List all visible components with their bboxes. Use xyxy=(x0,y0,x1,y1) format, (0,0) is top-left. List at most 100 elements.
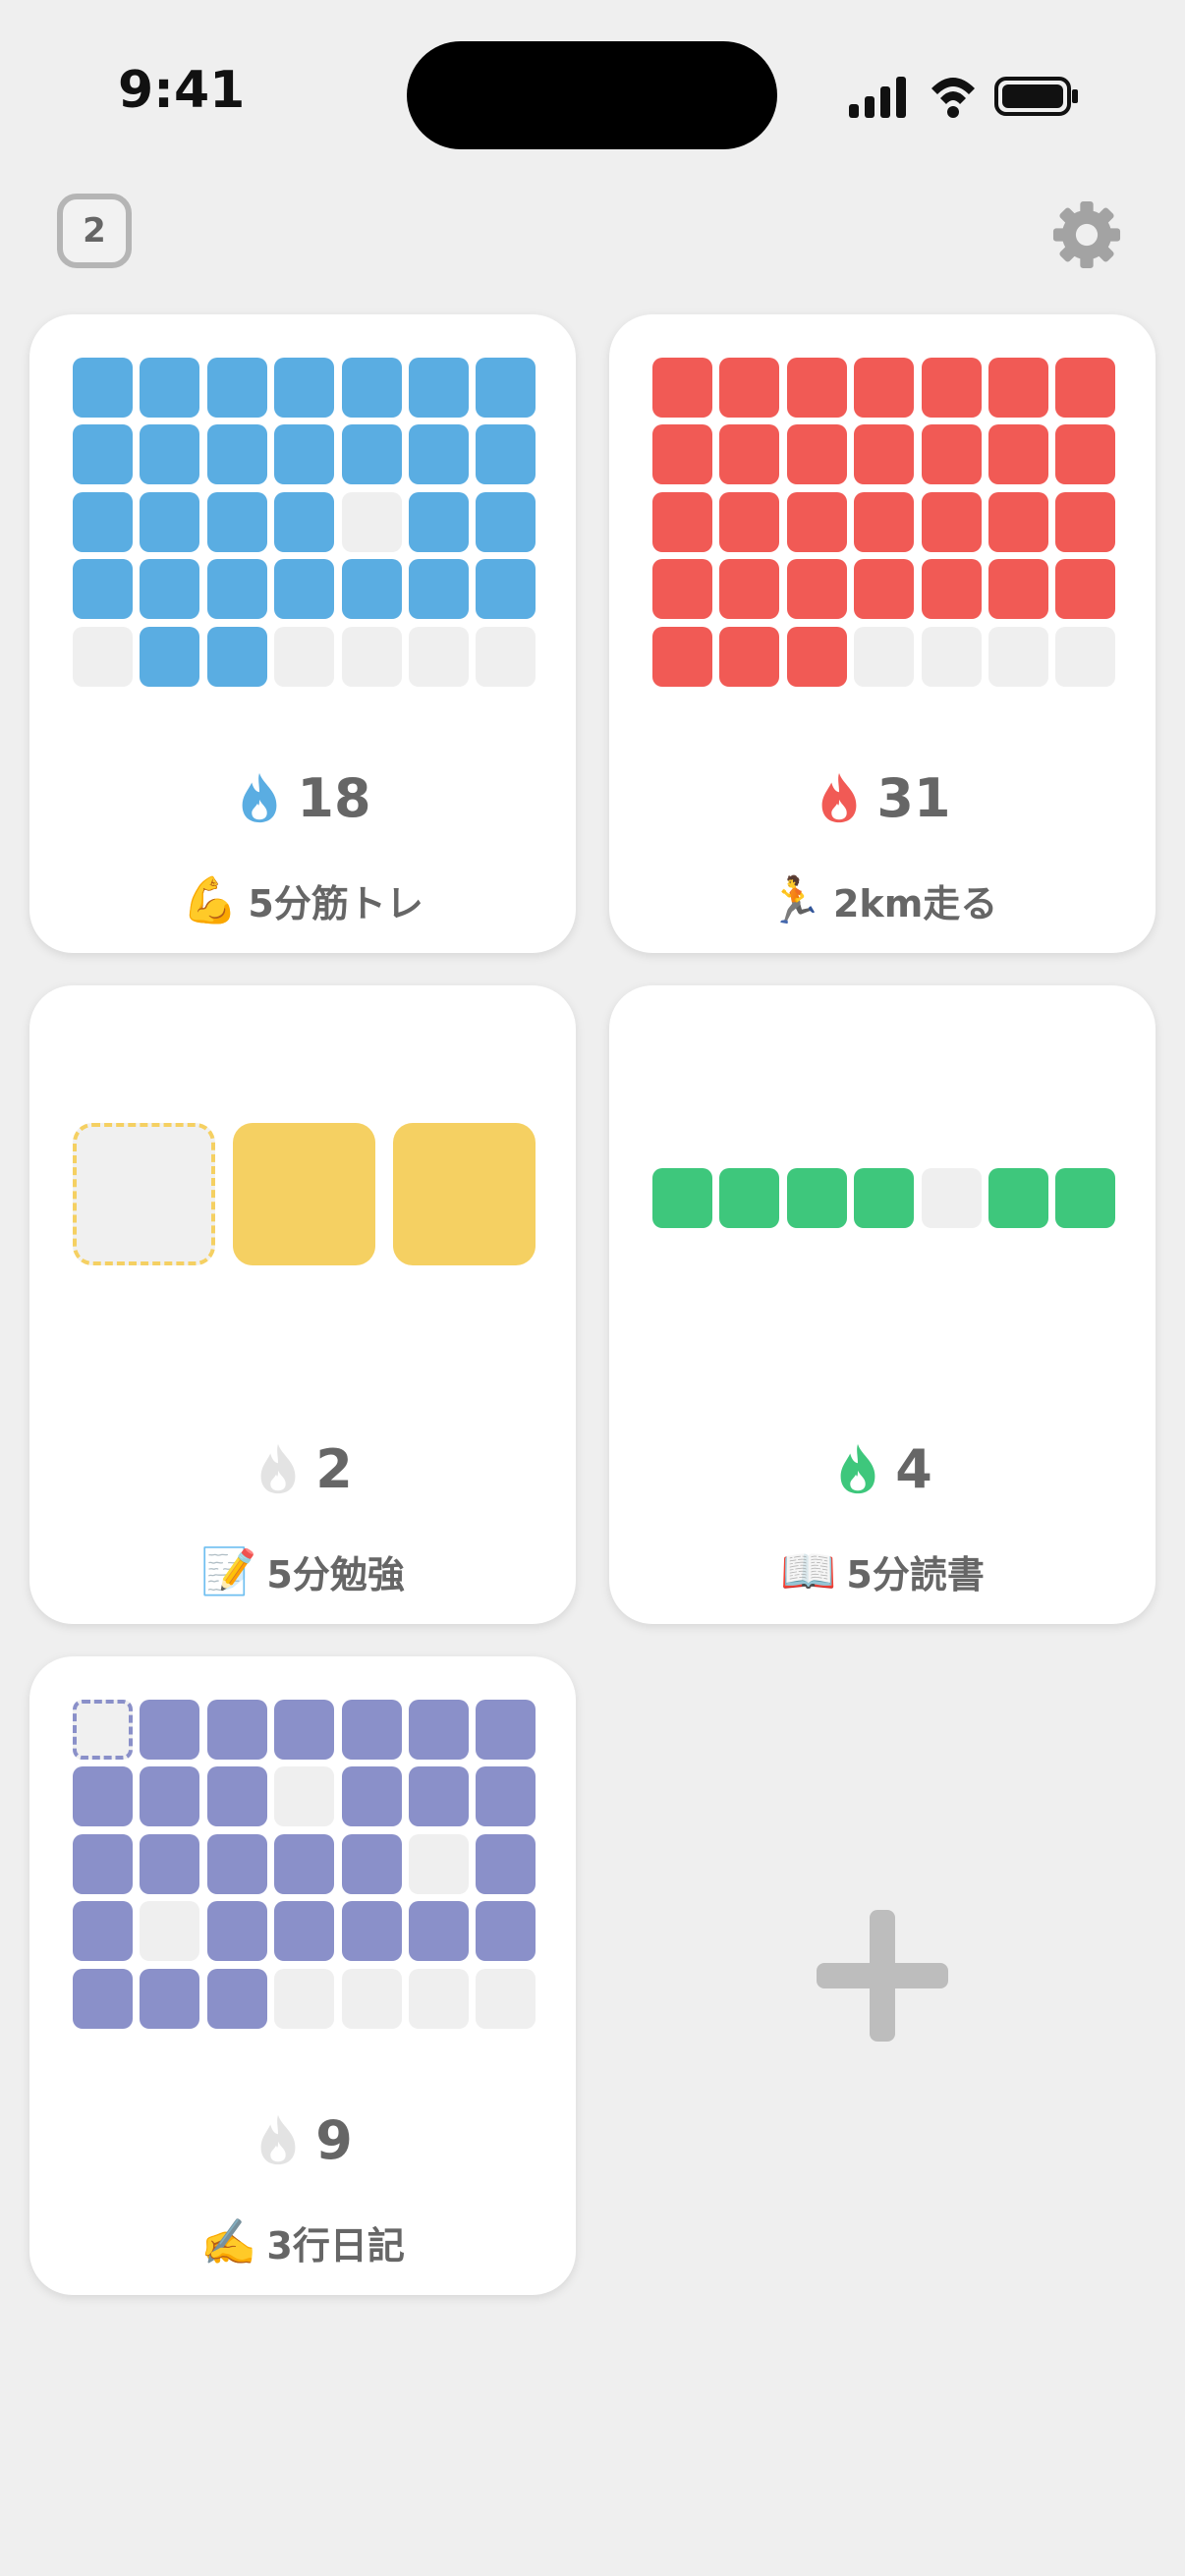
grid-cell xyxy=(409,1968,469,2029)
flame-icon xyxy=(243,772,277,823)
grid-cell xyxy=(786,358,847,418)
grid-cell xyxy=(341,1901,402,1962)
wifi-icon xyxy=(931,78,975,118)
grid-cell xyxy=(786,559,847,620)
grid-cell xyxy=(73,1700,133,1760)
grid-cell xyxy=(476,1833,536,1894)
grid-cell xyxy=(1055,1168,1116,1228)
grid-cell xyxy=(854,424,915,485)
grid-cell xyxy=(476,559,536,620)
grid-cell xyxy=(274,559,335,620)
grid-cell xyxy=(854,626,915,687)
grid-cell xyxy=(854,1168,915,1228)
grid-cell xyxy=(274,424,335,485)
habit-name: 5分筋トレ xyxy=(248,881,423,925)
grid-cell xyxy=(73,1968,133,2029)
streak-count: 9 xyxy=(315,2108,353,2171)
grid-cell xyxy=(719,424,780,485)
grid-cell xyxy=(988,626,1048,687)
grid-cell xyxy=(73,1123,215,1265)
grid-cell xyxy=(409,491,469,552)
grid-cell xyxy=(140,1968,200,2029)
habit-card-study[interactable]: 2 📝 5分勉強 xyxy=(29,985,576,1624)
grid-cell xyxy=(140,1700,200,1760)
grid-cell xyxy=(719,358,780,418)
grid-cell xyxy=(409,358,469,418)
grid-cell xyxy=(73,1833,133,1894)
grid-cell xyxy=(73,358,133,418)
grid-cell xyxy=(854,491,915,552)
habit-name: 3行日記 xyxy=(266,2223,405,2268)
grid-cell xyxy=(341,559,402,620)
grid-cell xyxy=(274,1833,335,1894)
grid-cell xyxy=(1055,358,1116,418)
grid-cell xyxy=(921,559,982,620)
status-icons xyxy=(847,69,1083,124)
habit-emoji-icon: 📖 xyxy=(780,1544,837,1597)
streak-count: 31 xyxy=(876,766,951,829)
grid-cell xyxy=(140,626,200,687)
habit-grid xyxy=(609,985,1156,1378)
habit-card-run[interactable]: 31 🏃 2km走る xyxy=(609,314,1156,953)
grid-cell xyxy=(719,559,780,620)
grid-cell xyxy=(652,559,712,620)
grid-cell xyxy=(341,424,402,485)
grid-cell xyxy=(206,626,267,687)
grid-cell xyxy=(341,1766,402,1827)
grid-cell xyxy=(393,1123,536,1265)
grid-cell xyxy=(409,1766,469,1827)
grid-cell xyxy=(786,626,847,687)
plus-icon xyxy=(817,1910,948,2042)
habit-card-reading[interactable]: 4 📖 5分読書 xyxy=(609,985,1156,1624)
grid-cell xyxy=(206,424,267,485)
habit-grid xyxy=(29,314,576,707)
grid-cell xyxy=(409,424,469,485)
habit-name: 5分勉強 xyxy=(266,1552,405,1596)
habit-grid xyxy=(609,314,1156,707)
grid-cell xyxy=(476,1700,536,1760)
grid-cell xyxy=(206,559,267,620)
grid-cell xyxy=(274,358,335,418)
grid-cell xyxy=(206,491,267,552)
status-time: 9:41 xyxy=(118,61,246,120)
grid-cell xyxy=(476,626,536,687)
habit-label: 📝 5分勉強 xyxy=(29,1541,576,1600)
streak-count: 18 xyxy=(297,766,371,829)
grid-cell xyxy=(140,424,200,485)
grid-cell xyxy=(476,358,536,418)
grid-cell xyxy=(206,1766,267,1827)
grid-cell xyxy=(206,1901,267,1962)
grid-cell xyxy=(476,491,536,552)
settings-gear-icon[interactable] xyxy=(1050,198,1123,271)
grid-cell xyxy=(140,1766,200,1827)
streak: 18 xyxy=(29,758,576,837)
grid-cell xyxy=(1055,626,1116,687)
habit-card-strength[interactable]: 18 💪 5分筋トレ xyxy=(29,314,576,953)
grid-cell xyxy=(921,1168,982,1228)
dynamic-island xyxy=(407,41,777,149)
grid-cell xyxy=(341,358,402,418)
grid-cell xyxy=(341,1968,402,2029)
habit-card-diary[interactable]: 9 ✍️ 3行日記 xyxy=(29,1656,576,2295)
grid-cell xyxy=(206,1968,267,2029)
habit-name: 5分読書 xyxy=(846,1552,985,1596)
grid-cell xyxy=(233,1123,375,1265)
grid-cell xyxy=(341,1833,402,1894)
grid-cell xyxy=(988,1168,1048,1228)
badge-counter[interactable]: 2 xyxy=(57,194,132,268)
grid-cell xyxy=(341,626,402,687)
grid-cell xyxy=(719,626,780,687)
grid-cell xyxy=(921,491,982,552)
grid-cell xyxy=(652,626,712,687)
grid-cell xyxy=(409,1901,469,1962)
habit-label: 📖 5分読書 xyxy=(609,1541,1156,1600)
grid-cell xyxy=(206,358,267,418)
grid-cell xyxy=(1055,491,1116,552)
grid-cell xyxy=(274,1968,335,2029)
grid-cell xyxy=(786,424,847,485)
habit-emoji-icon: ✍️ xyxy=(200,2215,257,2268)
grid-cell xyxy=(73,559,133,620)
add-habit-button[interactable] xyxy=(609,1656,1156,2295)
habit-label: 💪 5分筋トレ xyxy=(29,870,576,929)
habit-emoji-icon: 🏃 xyxy=(766,873,823,926)
